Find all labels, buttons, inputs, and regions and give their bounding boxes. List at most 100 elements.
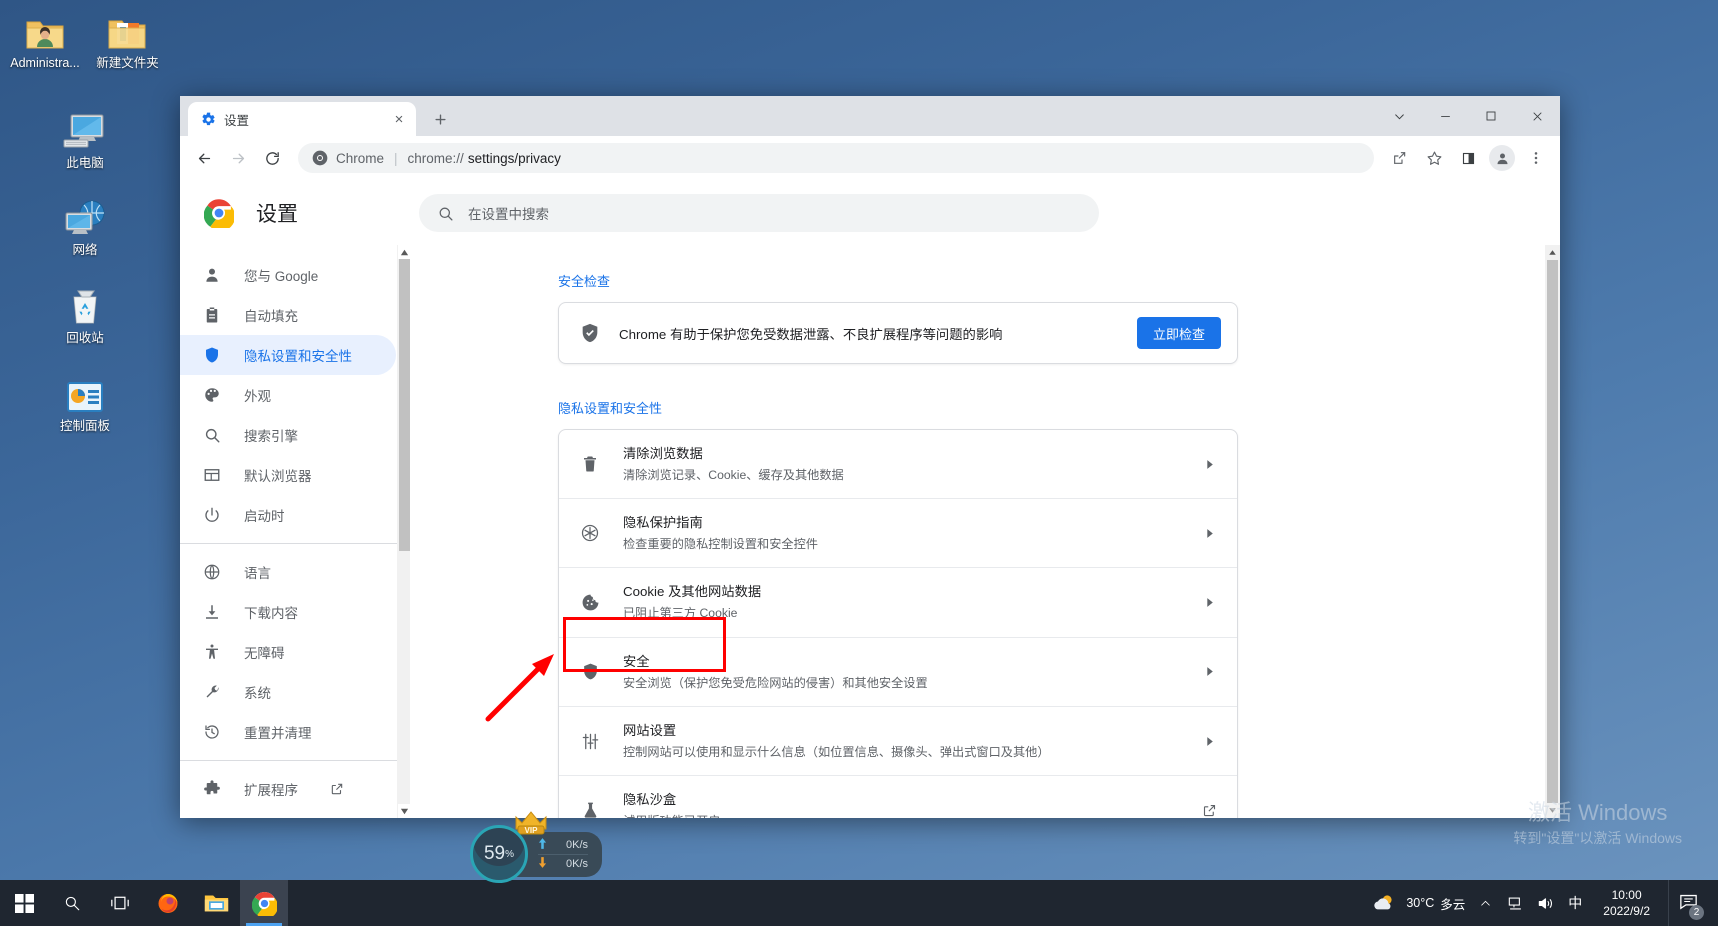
weather-temperature[interactable]: 30°C (1406, 896, 1434, 910)
user-folder-icon (6, 6, 84, 52)
sidebar-item-label: 系统 (244, 682, 271, 702)
sidebar-item-about-chrome[interactable]: 关于 Chrome (180, 809, 396, 818)
row-cookies[interactable]: Cookie 及其他网站数据 已阻止第三方 Cookie (559, 568, 1237, 637)
settings-main-panel: 安全检查 Chrome 有助于保护您免受数据泄露、不良扩展程序等问题的影响 立即… (410, 245, 1560, 818)
sidebar-item-reset-and-cleanup[interactable]: 重置并清理 (180, 712, 396, 752)
search-input[interactable]: 在设置中搜索 (468, 203, 549, 223)
row-security[interactable]: 安全 安全浏览（保护您免受危险网站的侵害）和其他安全设置 (559, 638, 1237, 707)
sidebar-item-label: 重置并清理 (244, 722, 312, 742)
share-icon[interactable] (1384, 142, 1416, 174)
main-scroll-track[interactable] (1545, 260, 1560, 803)
row-title: 安全 (623, 652, 1177, 672)
tab-settings[interactable]: 设置 × (188, 102, 416, 136)
shield-icon (202, 345, 222, 365)
file-explorer-button[interactable] (192, 880, 240, 926)
sidebar-item-autofill[interactable]: 自动填充 (180, 295, 396, 335)
row-subtitle: 清除浏览记录、Cookie、缓存及其他数据 (623, 466, 1177, 484)
partly-cloudy-icon[interactable] (1372, 880, 1396, 926)
network-icon[interactable] (1505, 880, 1525, 926)
three-dot-menu-icon[interactable] (1520, 142, 1552, 174)
download-speed-line: 0K/s (538, 855, 588, 873)
desktop-icon-this-pc[interactable]: 此电脑 (30, 106, 140, 172)
row-privacy-sandbox[interactable]: 隐私沙盒 试用版功能已开启 (559, 776, 1237, 818)
scroll-down-arrow-icon[interactable] (1545, 803, 1560, 818)
sidebar-item-search-engine[interactable]: 搜索引擎 (180, 415, 396, 455)
sidebar-item-appearance[interactable]: 外观 (180, 375, 396, 415)
desktop-icon-label: 回收站 (30, 331, 140, 347)
scroll-up-arrow-icon[interactable] (400, 245, 409, 259)
weather-description[interactable]: 多云 (1440, 894, 1465, 913)
clock[interactable]: 10:00 2022/9/2 (1595, 887, 1658, 919)
profile-avatar-icon[interactable] (1489, 145, 1515, 171)
new-tab-button[interactable] (426, 105, 454, 133)
sidebar-item-you-and-google[interactable]: 您与 Google (180, 255, 396, 295)
desktop-icon-new-folder[interactable]: 新建文件夹 (88, 6, 166, 72)
close-icon[interactable]: × (390, 110, 408, 128)
desktop-icon-label: 此电脑 (30, 156, 140, 172)
scroll-down-arrow-icon[interactable] (400, 804, 409, 818)
maximize-icon[interactable] (1468, 96, 1514, 136)
desktop-icon-control-panel[interactable]: 控制面板 (30, 369, 140, 435)
forward-arrow-icon[interactable] (222, 142, 254, 174)
sidebar-scrollbar[interactable] (397, 245, 410, 818)
network-speed-widget[interactable]: VIP 59% 0K/s 0K/s (470, 825, 602, 883)
desktop-icon-administrator[interactable]: Administra... (6, 6, 84, 72)
omnibox-url-main: settings/privacy (468, 151, 561, 166)
firefox-button[interactable] (144, 880, 192, 926)
sidebar-item-label: 无障碍 (244, 642, 285, 662)
task-view-button[interactable] (96, 880, 144, 926)
desktop-icon-network[interactable]: 网络 (30, 193, 140, 259)
sidebar-scroll-thumb[interactable] (399, 259, 410, 551)
chrome-button[interactable] (240, 880, 288, 926)
notification-count-badge: 2 (1689, 905, 1704, 920)
safety-check-section-title: 安全检查 (558, 271, 1560, 290)
sidebar-item-system[interactable]: 系统 (180, 672, 396, 712)
sidebar-item-on-startup[interactable]: 启动时 (180, 495, 396, 535)
desktop-icon-row-top: Administra... 新建文件夹 (0, 0, 170, 84)
reload-icon[interactable] (256, 142, 288, 174)
settings-content: 您与 Google 自动填充 隐私设置和安全性 外观 搜索引擎 (180, 245, 1560, 818)
sidebar-item-privacy-and-security[interactable]: 隐私设置和安全性 (180, 335, 396, 375)
row-subtitle: 试用版功能已开启 (623, 812, 1177, 818)
sidebar-item-extensions[interactable]: 扩展程序 (180, 769, 396, 809)
row-title: 隐私沙盒 (623, 790, 1177, 810)
flask-icon (579, 799, 601, 818)
desktop-icon-recycle-bin[interactable]: 回收站 (30, 281, 140, 347)
clock-time: 10:00 (1603, 887, 1650, 903)
minimize-icon[interactable] (1422, 96, 1468, 136)
start-button[interactable] (0, 880, 48, 926)
search-button[interactable] (48, 880, 96, 926)
row-privacy-guide[interactable]: 隐私保护指南 检查重要的隐私控制设置和安全控件 (559, 499, 1237, 568)
browser-toolbar: Chrome | chrome://settings/privacy (180, 136, 1560, 180)
run-safety-check-button[interactable]: 立即检查 (1137, 317, 1221, 349)
tab-search-icon[interactable] (1376, 96, 1422, 136)
main-scrollbar[interactable] (1545, 245, 1560, 818)
notification-center-button[interactable]: 2 (1668, 880, 1708, 926)
main-scroll-thumb[interactable] (1547, 260, 1558, 803)
star-icon[interactable] (1418, 142, 1450, 174)
privacy-settings-card: 清除浏览数据 清除浏览记录、Cookie、缓存及其他数据 隐私保护指南 检查重要… (558, 429, 1238, 818)
external-link-icon (330, 782, 344, 796)
side-panel-icon[interactable] (1452, 142, 1484, 174)
sidebar-item-languages[interactable]: 语言 (180, 552, 396, 592)
sidebar-item-accessibility[interactable]: 无障碍 (180, 632, 396, 672)
chrome-logo-icon (204, 198, 234, 228)
sidebar-item-default-browser[interactable]: 默认浏览器 (180, 455, 396, 495)
row-site-settings[interactable]: 网站设置 控制网站可以使用和显示什么信息（如位置信息、摄像头、弹出式窗口及其他） (559, 707, 1237, 776)
computer-icon (30, 106, 140, 152)
close-icon[interactable] (1514, 96, 1560, 136)
ime-indicator[interactable]: 中 (1565, 880, 1585, 926)
volume-icon[interactable] (1535, 880, 1555, 926)
sidebar-item-downloads[interactable]: 下载内容 (180, 592, 396, 632)
arrow-up-icon (538, 838, 547, 852)
scroll-up-arrow-icon[interactable] (1545, 245, 1560, 260)
address-bar[interactable]: Chrome | chrome://settings/privacy (298, 143, 1374, 173)
row-title: 清除浏览数据 (623, 444, 1177, 464)
row-clear-browsing-data[interactable]: 清除浏览数据 清除浏览记录、Cookie、缓存及其他数据 (559, 430, 1237, 499)
search-settings-box[interactable]: 在设置中搜索 (419, 194, 1099, 232)
back-arrow-icon[interactable] (188, 142, 220, 174)
chevron-up-icon[interactable] (1475, 880, 1495, 926)
sidebar-scroll-track[interactable] (398, 259, 410, 804)
chevron-right-icon (1199, 666, 1219, 677)
chrome-browser-window: 设置 × (180, 96, 1560, 818)
